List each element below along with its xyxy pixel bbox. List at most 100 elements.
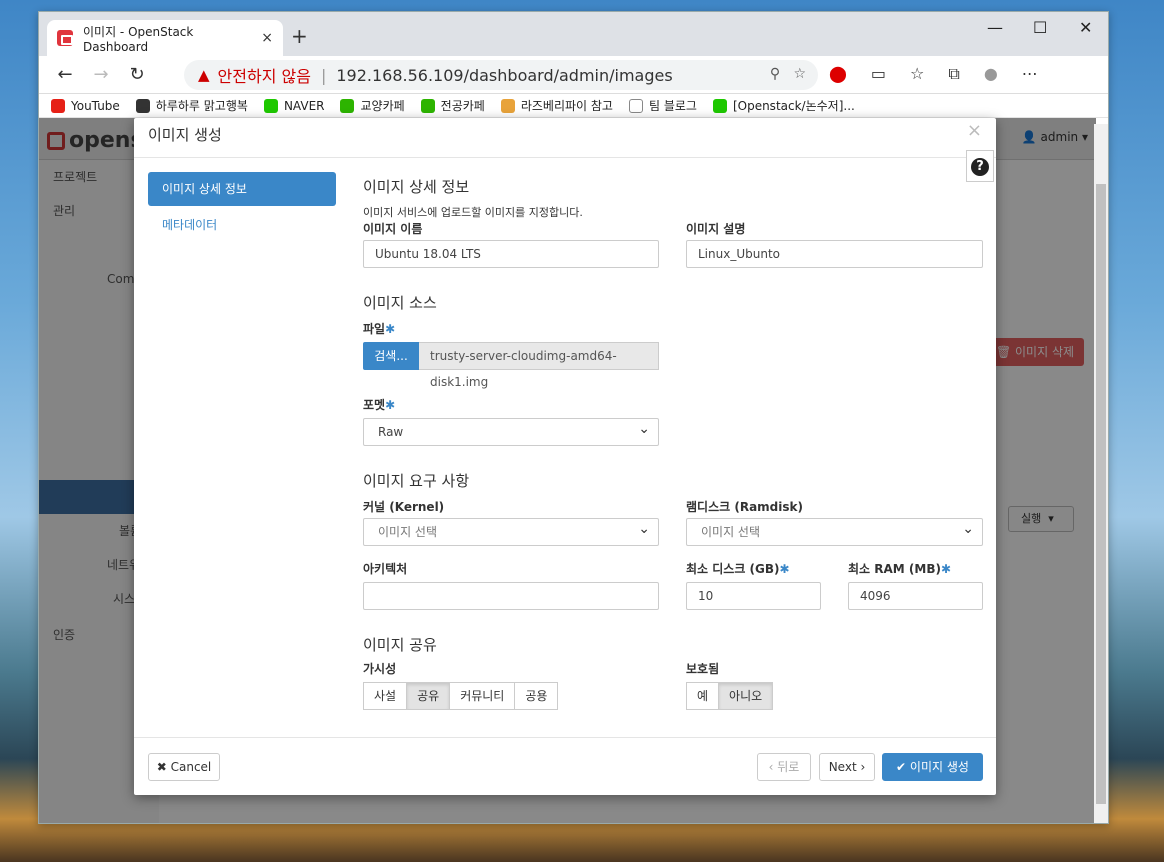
youtube-icon: [51, 98, 65, 113]
bookmark-openstack[interactable]: [Openstack/논수저]...: [712, 97, 855, 114]
bookmark-label: YouTube: [71, 98, 120, 113]
screen-icon[interactable]: ▭: [871, 64, 886, 84]
wizard-step-details[interactable]: 이미지 상세 정보: [148, 172, 336, 206]
ramdisk-label: 램디스크 (Ramdisk): [686, 500, 803, 514]
address-bar: ← → ↻ ▲ 안전하지 않음 | 192.168.56.109/dashboa…: [39, 56, 1108, 94]
protected-label: 보호됨: [686, 662, 720, 676]
visibility-public[interactable]: 공용: [514, 682, 559, 710]
minimize-button[interactable]: —: [987, 18, 1003, 37]
section-heading-source: 이미지 소스: [363, 294, 437, 312]
create-image-button[interactable]: ✔ 이미지 생성: [882, 753, 983, 781]
collections-icon[interactable]: ⧉: [948, 64, 959, 84]
bookmark-cafe1[interactable]: 교양카페: [340, 97, 405, 114]
format-select[interactable]: Raw: [363, 416, 659, 446]
tab-bar: 이미지 - OpenStack Dashboard × + — ☐ ✕: [39, 12, 1108, 56]
bookmark-label: 전공카페: [440, 99, 485, 113]
back-button[interactable]: ‹ 뒤로: [757, 753, 811, 781]
protected-no[interactable]: 아니오: [718, 682, 774, 710]
new-tab-button[interactable]: +: [291, 24, 308, 48]
bookmark-cafe2[interactable]: 전공카페: [420, 97, 485, 114]
modal-title: 이미지 생성: [148, 126, 222, 144]
bookmark-raspberry[interactable]: 라즈베리파이 참고: [500, 97, 613, 114]
tab-close-icon[interactable]: ×: [261, 30, 273, 46]
protected-toggle: 예 아니오: [686, 682, 774, 710]
close-window-button[interactable]: ✕: [1079, 18, 1092, 37]
dots-icon: [135, 98, 150, 113]
scrollbar-thumb[interactable]: [1096, 184, 1106, 804]
url-text[interactable]: 192.168.56.109/dashboard/admin/images: [336, 66, 672, 85]
file-label: 파일✱: [363, 322, 396, 336]
openstack-favicon-icon: [57, 30, 73, 46]
wizard-step-metadata[interactable]: 메타데이터: [148, 208, 336, 242]
visibility-toggle: 사설 공유 커뮤니티 공용: [363, 682, 559, 710]
protected-yes[interactable]: 예: [686, 682, 720, 710]
bookmark-label: 팀 블로그: [648, 99, 697, 113]
bookmarks-bar: YouTube 하루하루 맑고행복 NAVER 교양카페 전공카페 라즈베리파이…: [39, 94, 1108, 118]
format-label: 포멧✱: [363, 398, 396, 412]
blog-icon: [712, 98, 727, 113]
modal-footer: ✖ Cancel ‹ 뒤로 Next › ✔ 이미지 생성: [134, 737, 996, 795]
cafe-icon: [340, 98, 355, 113]
cancel-button[interactable]: ✖ Cancel: [148, 753, 220, 781]
min-disk-label: 최소 디스크 (GB)✱: [686, 562, 790, 576]
min-disk-input[interactable]: 10: [686, 582, 821, 610]
min-ram-label: 최소 RAM (MB)✱: [848, 562, 952, 576]
ramdisk-select[interactable]: 이미지 선택: [686, 516, 983, 546]
back-arrow-icon[interactable]: ←: [47, 64, 83, 85]
warning-icon: ▲: [198, 66, 210, 84]
zoom-star-icons[interactable]: ⚲ ☆: [770, 66, 806, 82]
visibility-label: 가시성: [363, 662, 397, 676]
more-icon[interactable]: ⋯: [1022, 64, 1038, 84]
bookmark-label: 교양카페: [360, 99, 405, 113]
bookmark-team-blog[interactable]: 팀 블로그: [628, 97, 697, 114]
help-icon[interactable]: ?: [966, 150, 994, 182]
image-name-input[interactable]: Ubuntu 18.04 LTS: [363, 240, 659, 268]
profile-icon[interactable]: ●: [984, 64, 998, 84]
modal-header: 이미지 생성 ×: [134, 118, 996, 158]
modal-close-icon[interactable]: ×: [967, 120, 982, 141]
section-heading-requirements: 이미지 요구 사항: [363, 472, 470, 490]
extension-icon[interactable]: ⬤: [829, 64, 847, 84]
bookmark-label: 라즈베리파이 참고: [520, 99, 613, 113]
section-heading-details: 이미지 상세 정보: [363, 178, 470, 196]
bookmark-label: NAVER: [283, 98, 325, 113]
security-warning[interactable]: 안전하지 않음: [218, 63, 311, 87]
next-button[interactable]: Next ›: [819, 753, 875, 781]
wizard-nav: 이미지 상세 정보 메타데이터: [148, 172, 336, 244]
browser-toolbar: ⬤ ▭ ☆ ⧉ ● ⋯: [829, 64, 1038, 84]
kernel-label: 커널 (Kernel): [363, 500, 445, 514]
cafe-icon: [420, 98, 435, 113]
reload-icon[interactable]: ↻: [119, 64, 155, 85]
image-desc-label: 이미지 설명: [686, 222, 746, 236]
visibility-shared[interactable]: 공유: [406, 682, 451, 710]
section-description: 이미지 서비스에 업로드할 이미지를 지정합니다.: [363, 206, 583, 219]
kernel-select[interactable]: 이미지 선택: [363, 516, 659, 546]
bookmark-naver[interactable]: NAVER: [263, 98, 325, 113]
favorites-icon[interactable]: ☆: [910, 64, 924, 84]
create-image-modal: 이미지 생성 × ? 이미지 상세 정보 메타데이터 이미지 상세 정보 이미지…: [134, 118, 996, 795]
bookmark-youtube[interactable]: YouTube: [51, 98, 120, 113]
browse-button[interactable]: 검색...: [363, 342, 419, 370]
url-field[interactable]: ▲ 안전하지 않음 | 192.168.56.109/dashboard/adm…: [184, 60, 818, 90]
file-name-field[interactable]: trusty-server-cloudimg-amd64-disk1.img: [419, 342, 659, 389]
bookmark-label: [Openstack/논수저]...: [732, 99, 855, 113]
min-ram-input[interactable]: 4096: [848, 582, 983, 610]
tab-title: 이미지 - OpenStack Dashboard: [83, 24, 194, 54]
page-scrollbar[interactable]: [1094, 124, 1108, 823]
image-desc-input[interactable]: Linux_Ubunto: [686, 240, 983, 268]
visibility-community[interactable]: 커뮤니티: [449, 682, 516, 710]
bookmark-label: 하루하루 맑고행복: [155, 99, 248, 113]
avatar-icon: [500, 98, 515, 113]
visibility-private[interactable]: 사설: [363, 682, 408, 710]
architecture-label: 아키텍처: [363, 562, 408, 576]
section-heading-sharing: 이미지 공유: [363, 636, 437, 654]
file-picker: 검색... trusty-server-cloudimg-amd64-disk1…: [363, 342, 659, 389]
maximize-button[interactable]: ☐: [1033, 18, 1047, 37]
page-icon: [628, 98, 643, 113]
forward-arrow-icon[interactable]: →: [83, 64, 119, 85]
image-name-label: 이미지 이름: [363, 222, 423, 236]
url-separator: |: [320, 65, 327, 85]
browser-tab[interactable]: 이미지 - OpenStack Dashboard ×: [47, 20, 283, 56]
architecture-input[interactable]: [363, 582, 659, 610]
bookmark-blog[interactable]: 하루하루 맑고행복: [135, 97, 248, 114]
